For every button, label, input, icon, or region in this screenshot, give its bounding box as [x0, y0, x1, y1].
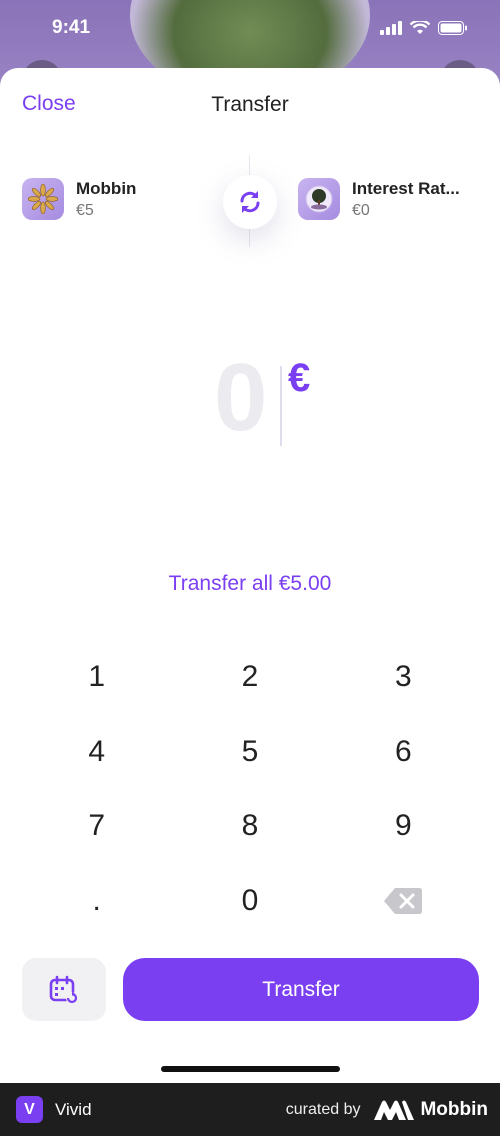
- to-account-balance: €0: [352, 201, 370, 219]
- key-5[interactable]: 5: [173, 715, 326, 790]
- footer-bar: V Vivid curated by Mobbin: [0, 1083, 500, 1136]
- from-account-name: Mobbin: [76, 178, 137, 198]
- key-3[interactable]: 3: [327, 640, 480, 715]
- home-indicator: [161, 1066, 340, 1072]
- signal-icon: [380, 21, 402, 35]
- keypad-row: 7 8 9: [20, 789, 480, 864]
- transfer-all-button[interactable]: Transfer all €5.00: [0, 572, 500, 596]
- from-account[interactable]: Mobbin €5: [22, 178, 136, 220]
- swap-arrows-icon: [240, 191, 260, 213]
- curated-by-label: curated by: [285, 1100, 361, 1118]
- backspace-icon: [384, 887, 423, 914]
- key-0[interactable]: 0: [173, 864, 326, 939]
- amount-value: 0: [214, 344, 267, 451]
- keypad-row: 4 5 6: [20, 715, 480, 790]
- key-4[interactable]: 4: [20, 715, 173, 790]
- footer-credit: curated by Mobbin: [286, 1099, 488, 1121]
- backspace-key[interactable]: [327, 864, 480, 939]
- to-account-name: Interest Rat...: [352, 178, 460, 198]
- keypad-row: . 0: [20, 864, 480, 939]
- mobbin-brand: Mobbin: [374, 1099, 488, 1121]
- key-1[interactable]: 1: [20, 640, 173, 715]
- status-time: 9:41: [52, 17, 91, 38]
- footer-app: V Vivid: [16, 1096, 92, 1123]
- currency-symbol: €: [288, 356, 311, 400]
- page-title: Transfer: [211, 93, 289, 116]
- status-bar: 9:41: [0, 0, 500, 56]
- sunburst-icon: [22, 178, 64, 220]
- battery-icon: [438, 21, 467, 35]
- key-7[interactable]: 7: [20, 789, 173, 864]
- app-name: Vivid: [55, 1099, 92, 1119]
- calendar-repeat-icon: [49, 975, 78, 1004]
- from-account-balance: €5: [76, 201, 94, 219]
- key-6[interactable]: 6: [327, 715, 480, 790]
- schedule-button[interactable]: [22, 958, 106, 1021]
- to-account[interactable]: Interest Rat... €0: [298, 178, 460, 220]
- transfer-button[interactable]: Transfer: [123, 958, 479, 1021]
- numeric-keypad: 1 2 3 4 5 6 7 8 9 . 0: [20, 640, 480, 938]
- vivid-logo: V: [16, 1096, 43, 1123]
- key-8[interactable]: 8: [173, 789, 326, 864]
- mobbin-brand-label: Mobbin: [420, 1098, 488, 1120]
- status-icons: [380, 21, 468, 35]
- tree-globe-icon: [298, 178, 340, 220]
- key-2[interactable]: 2: [173, 640, 326, 715]
- text-caret: [280, 366, 282, 446]
- mobbin-logo-icon: [374, 1100, 415, 1120]
- key-decimal[interactable]: .: [20, 864, 173, 939]
- keypad-row: 1 2 3: [20, 640, 480, 715]
- wifi-icon: [410, 21, 430, 34]
- swap-accounts-button[interactable]: [223, 175, 277, 229]
- key-9[interactable]: 9: [327, 789, 480, 864]
